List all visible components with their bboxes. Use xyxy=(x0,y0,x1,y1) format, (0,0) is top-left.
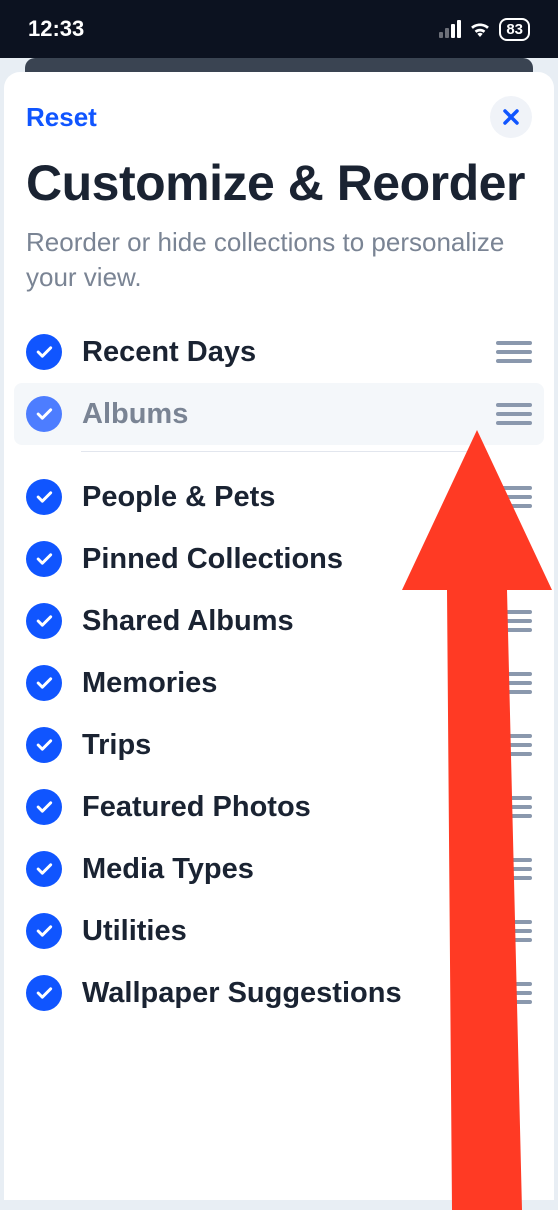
checkbox-icon[interactable] xyxy=(26,665,62,701)
list-item-label: Memories xyxy=(82,667,476,700)
list-item-wallpaper-suggestions[interactable]: Wallpaper Suggestions xyxy=(26,962,532,1024)
sheet-header: Reset xyxy=(26,96,532,138)
reset-button[interactable]: Reset xyxy=(26,102,97,133)
list-item-memories[interactable]: Memories xyxy=(26,652,532,714)
checkbox-icon[interactable] xyxy=(26,603,62,639)
drag-handle-icon[interactable] xyxy=(496,858,532,880)
list-item-label: Utilities xyxy=(82,915,476,948)
drag-handle-icon[interactable] xyxy=(496,796,532,818)
battery-indicator: 83 xyxy=(499,18,530,41)
page-subtitle: Reorder or hide collections to personali… xyxy=(26,225,532,295)
checkbox-icon[interactable] xyxy=(26,789,62,825)
list-item-people-pets[interactable]: People & Pets xyxy=(26,466,532,528)
list-item-label: Trips xyxy=(82,729,476,762)
status-time: 12:33 xyxy=(28,16,84,42)
checkbox-icon[interactable] xyxy=(26,334,62,370)
drag-handle-icon[interactable] xyxy=(496,548,532,570)
list-item-pinned-collections[interactable]: Pinned Collections xyxy=(26,528,532,590)
status-bar: 12:33 83 xyxy=(0,0,558,58)
drag-handle-icon[interactable] xyxy=(496,403,532,425)
list-item-media-types[interactable]: Media Types xyxy=(26,838,532,900)
drag-handle-icon[interactable] xyxy=(496,341,532,363)
list-item-utilities[interactable]: Utilities xyxy=(26,900,532,962)
drag-handle-icon[interactable] xyxy=(496,982,532,1004)
wifi-icon xyxy=(469,21,491,37)
list-item-shared-albums[interactable]: Shared Albums xyxy=(26,590,532,652)
page-title: Customize & Reorder xyxy=(26,156,532,211)
list-item-label: Shared Albums xyxy=(82,605,476,638)
list-item-recent-days[interactable]: Recent Days xyxy=(26,321,532,383)
list-item-label: Wallpaper Suggestions xyxy=(82,977,476,1010)
list-item-featured-photos[interactable]: Featured Photos xyxy=(26,776,532,838)
checkbox-icon[interactable] xyxy=(26,851,62,887)
list-divider xyxy=(81,451,477,452)
cellular-signal-icon xyxy=(439,20,461,38)
list-item-label: People & Pets xyxy=(82,481,476,514)
checkbox-icon[interactable] xyxy=(26,479,62,515)
checkbox-icon[interactable] xyxy=(26,727,62,763)
collections-list: Recent Days Albums People & Pets xyxy=(26,321,532,1024)
checkbox-icon[interactable] xyxy=(26,913,62,949)
drag-handle-icon[interactable] xyxy=(496,610,532,632)
status-indicators: 83 xyxy=(439,18,530,41)
list-item-label: Pinned Collections xyxy=(82,543,476,576)
list-item-label: Recent Days xyxy=(82,336,476,369)
checkbox-icon[interactable] xyxy=(26,541,62,577)
list-item-trips[interactable]: Trips xyxy=(26,714,532,776)
list-item-albums[interactable]: Albums xyxy=(14,383,544,445)
list-item-label: Media Types xyxy=(82,853,476,886)
drag-handle-icon[interactable] xyxy=(496,672,532,694)
checkbox-icon[interactable] xyxy=(26,396,62,432)
drag-handle-icon[interactable] xyxy=(496,920,532,942)
sheet-grabber-background xyxy=(25,58,533,72)
checkbox-icon[interactable] xyxy=(26,975,62,1011)
list-item-label: Featured Photos xyxy=(82,791,476,824)
close-button[interactable] xyxy=(490,96,532,138)
drag-handle-icon[interactable] xyxy=(496,734,532,756)
list-item-label: Albums xyxy=(82,398,476,431)
customize-sheet: Reset Customize & Reorder Reorder or hid… xyxy=(4,72,554,1200)
drag-handle-icon[interactable] xyxy=(496,486,532,508)
close-icon xyxy=(502,108,520,126)
